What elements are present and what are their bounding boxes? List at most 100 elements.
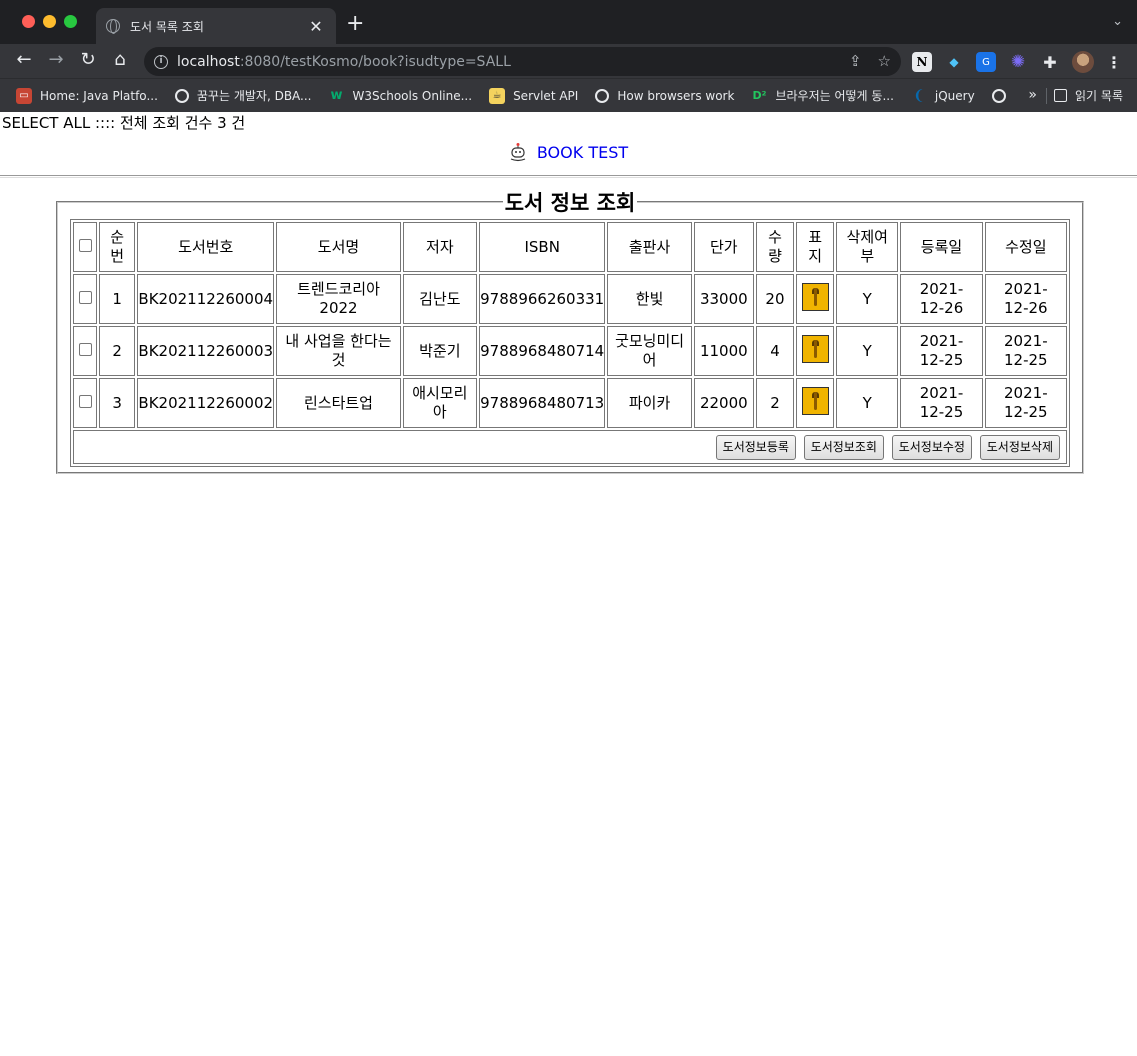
bookmark-star-icon[interactable]: ☆ [878, 52, 891, 70]
deleted-cell: Y [836, 378, 899, 428]
book-id-cell: BK202112260004 [137, 274, 275, 324]
browser-chrome: 도서 목록 조회 ✕ + ⌄ ← → ↻ ⌂ i localhost:8080/… [0, 0, 1137, 112]
bookmark-jquery[interactable]: ❨ jQuery [911, 88, 975, 104]
search-book-button[interactable]: 도서정보조회 [803, 434, 884, 460]
book-cover-thumbnail[interactable] [801, 334, 829, 363]
tab-search-chevron-icon[interactable]: ⌄ [1112, 14, 1123, 29]
publisher-cell: 굿모닝미디어 [607, 326, 692, 376]
table-header-row: 순번 도서번호 도서명 저자 ISBN 출판사 단가 수량 표지 삭제여부 등록… [73, 222, 1067, 272]
header-cell: 단가 [693, 222, 754, 272]
notion-extension-icon[interactable]: N [912, 52, 932, 72]
row-checkbox[interactable] [78, 290, 92, 304]
mod-date-text: 2021-12-26 [1004, 280, 1048, 317]
new-tab-button[interactable]: + [346, 12, 364, 36]
globe-icon [991, 88, 1006, 103]
address-bar-actions: ⇪ ☆ [849, 52, 891, 70]
site-info-icon[interactable]: i [154, 54, 168, 69]
bookmark-label: 브라우저는 어떻게 동... [775, 89, 894, 103]
cover-cell [796, 274, 835, 324]
bookmark-servlet-api[interactable]: ☕ Servlet API [489, 87, 579, 104]
header-cell: 순번 [99, 222, 136, 272]
brand-header: BOOK TEST [0, 142, 1137, 166]
update-book-button[interactable]: 도서정보수정 [891, 434, 972, 460]
isbn-cell: 9788968480714 [478, 326, 606, 376]
translate-extension-icon[interactable]: G [976, 52, 996, 72]
reload-icon[interactable]: ↻ [72, 49, 104, 70]
close-tab-icon[interactable]: ✕ [306, 17, 326, 36]
header-cell: 저자 [402, 222, 477, 272]
more-bookmarks-button[interactable]: » [1028, 87, 1037, 103]
window-controls [22, 15, 77, 28]
table-row: 1 BK202112260004 트렌드코리아 2022 김난도 9788966… [73, 274, 1067, 324]
table-row: 2 BK202112260003 내 사업을 한다는 것 박준기 9788968… [73, 326, 1067, 376]
browser-tab[interactable]: 도서 목록 조회 ✕ [96, 8, 336, 44]
page-content: SELECT ALL :::: 전체 조회 건수 3 건 BOOK TEST 도… [0, 112, 1137, 1056]
gem-extension-icon[interactable]: ◆ [944, 52, 964, 72]
reading-list-button[interactable]: 읽기 목록 [1054, 87, 1123, 104]
home-icon[interactable]: ⌂ [104, 49, 136, 70]
mod-date-text: 2021-12-25 [1004, 332, 1048, 369]
header-cell: ISBN [478, 222, 606, 272]
row-checkbox[interactable] [78, 394, 92, 408]
bookmark-d2-browser[interactable]: D² 브라우저는 어떻게 동... [751, 87, 893, 104]
header-select-cell [73, 222, 98, 272]
book-id-cell: BK202112260002 [137, 378, 275, 428]
price-cell: 11000 [693, 326, 754, 376]
row-select-cell [73, 326, 98, 376]
bookmark-dba-blog[interactable]: 꿈꾸는 개발자, DBA... [174, 87, 312, 104]
reg-date-text: 2021-12-25 [919, 332, 964, 369]
header-cell: 등록일 [900, 222, 983, 272]
robot-icon [510, 143, 526, 162]
header-label: 수량 [768, 228, 782, 265]
brand-link[interactable]: BOOK TEST [509, 142, 628, 162]
book-info-fieldset: 도서 정보 조회 순번 도서번호 도서명 저자 ISBN 출판사 단가 수량 표… [56, 187, 1084, 474]
tab-title: 도서 목록 조회 [130, 19, 204, 34]
register-book-button[interactable]: 도서정보등록 [715, 434, 796, 460]
book-id-cell: BK202112260003 [137, 326, 275, 376]
bookmark-label: Servlet API [513, 88, 579, 103]
title-cell: 트렌드코리아 2022 [276, 274, 401, 324]
profile-avatar[interactable] [1072, 51, 1094, 73]
share-icon[interactable]: ⇪ [849, 52, 862, 70]
close-window-button[interactable] [22, 15, 35, 28]
bookmark-untitled[interactable] [991, 88, 1014, 103]
author-cell: 박준기 [402, 326, 477, 376]
row-select-cell [73, 274, 98, 324]
book-cover-thumbnail[interactable] [801, 386, 829, 415]
bookmark-w3schools[interactable]: w W3Schools Online... [329, 88, 472, 104]
header-cell: 도서번호 [137, 222, 275, 272]
servlet-icon: ☕ [489, 87, 506, 104]
url-path: :8080/testKosmo/book?isudtype=SALL [239, 53, 511, 70]
bookmark-java-platform[interactable]: ▭ Home: Java Platfo... [16, 87, 158, 104]
select-all-count: SELECT ALL :::: 전체 조회 건수 3 건 [2, 114, 246, 132]
jquery-icon: ❨ [913, 87, 925, 104]
d2-icon: D² [752, 89, 767, 102]
browser-menu-icon[interactable]: ⋮ [1106, 53, 1122, 72]
horizontal-rule [0, 175, 1137, 178]
title-text: 내 사업을 한다는 것 [285, 332, 392, 369]
cover-cell [796, 378, 835, 428]
forward-arrow-icon[interactable]: → [40, 49, 72, 70]
extensions-puzzle-icon[interactable]: ✚ [1040, 52, 1060, 72]
row-select-cell [73, 378, 98, 428]
deleted-cell: Y [836, 274, 899, 324]
globe-icon [595, 88, 610, 103]
address-bar[interactable]: i localhost:8080/testKosmo/book?isudtype… [144, 47, 901, 76]
minimize-window-button[interactable] [43, 15, 56, 28]
select-all-checkbox[interactable] [78, 238, 92, 252]
maximize-window-button[interactable] [64, 15, 77, 28]
bookmark-label: How browsers work [617, 88, 735, 103]
deleted-cell: Y [836, 326, 899, 376]
book-cover-thumbnail[interactable] [801, 282, 829, 311]
url-text: localhost:8080/testKosmo/book?isudtype=S… [177, 54, 511, 70]
fieldset-legend: 도서 정보 조회 [504, 191, 636, 215]
author-cell: 김난도 [402, 274, 477, 324]
header-label: 순번 [110, 228, 125, 265]
bookmarks-divider [1046, 88, 1047, 104]
gear-extension-icon[interactable]: ✺ [1008, 52, 1028, 72]
brand-text: BOOK TEST [536, 142, 629, 162]
row-checkbox[interactable] [78, 342, 92, 356]
back-arrow-icon[interactable]: ← [8, 49, 40, 70]
bookmark-how-browsers-work[interactable]: How browsers work [595, 88, 735, 103]
delete-book-button[interactable]: 도서정보삭제 [979, 434, 1060, 460]
